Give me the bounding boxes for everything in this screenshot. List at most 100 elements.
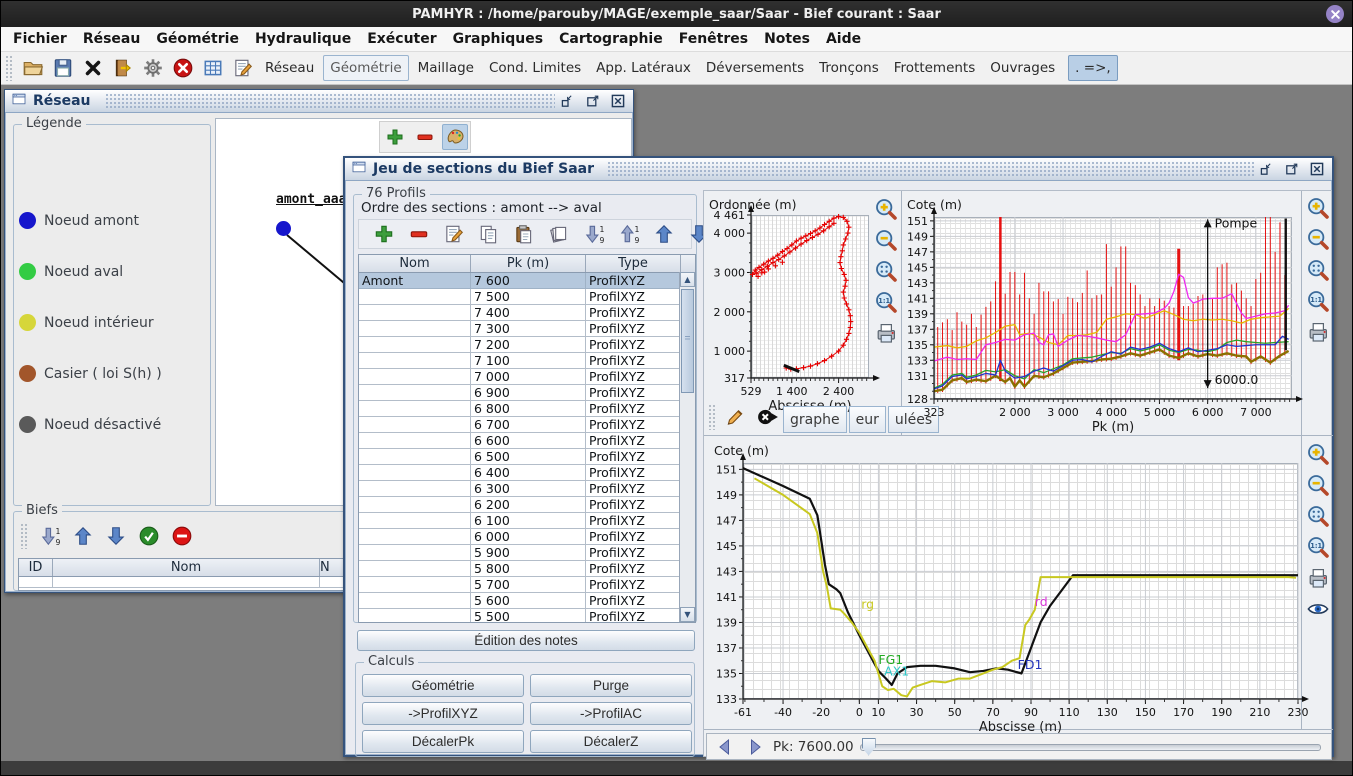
graph-tab[interactable]: eur — [849, 406, 886, 433]
pencil-icon[interactable] — [721, 404, 748, 431]
sections-column-header[interactable]: Pk (m) — [471, 255, 586, 272]
biefs-column-header[interactable]: ID — [19, 559, 53, 576]
minus-red-icon[interactable] — [405, 221, 432, 248]
stop-icon[interactable] — [169, 55, 196, 82]
minus-circle-icon[interactable] — [168, 523, 195, 550]
close-window-button[interactable] — [609, 92, 627, 110]
table-row[interactable]: 5 900ProfilXYZ — [359, 545, 695, 561]
next-profile-button[interactable] — [743, 735, 767, 759]
table-row[interactable]: 6 600ProfilXYZ — [359, 433, 695, 449]
zoom-out-button[interactable] — [1305, 226, 1331, 252]
table-row[interactable]: 6 900ProfilXYZ — [359, 385, 695, 401]
save-floppy-icon[interactable] — [49, 55, 76, 82]
eye-button[interactable] — [1305, 596, 1331, 622]
table-row[interactable]: 6 500ProfilXYZ — [359, 449, 695, 465]
slider-thumb[interactable] — [862, 738, 876, 756]
table-row[interactable]: 7 000ProfilXYZ — [359, 369, 695, 385]
toolbar-grip[interactable] — [20, 523, 29, 549]
sections-table[interactable]: NomPk (m)Type Amont7 600ProfilXYZ7 500Pr… — [358, 254, 696, 623]
zoom-out-button[interactable] — [1305, 472, 1331, 498]
zoom-fit-button[interactable] — [873, 258, 899, 284]
plus-green-button[interactable] — [382, 124, 408, 150]
edit-note-icon[interactable] — [229, 55, 256, 82]
plan-view-plot[interactable]: 4 4614 0003 0002 0001 0003175291 4002 40… — [706, 195, 876, 405]
open-folder-icon[interactable] — [19, 55, 46, 82]
toolbar-button-dversements[interactable]: Déversements — [700, 56, 810, 80]
toolbar-button-maillage[interactable]: Maillage — [412, 56, 480, 80]
plus-green-icon[interactable] — [370, 221, 397, 248]
zoom-in-button[interactable] — [1305, 195, 1331, 221]
network-node[interactable] — [276, 221, 291, 236]
calc-button-gomtrie[interactable]: Géométrie — [362, 674, 524, 697]
toolbar-button-applatraux[interactable]: App. Latéraux — [590, 56, 697, 80]
sections-dialog-titlebar[interactable]: Jeu de sections du Bief Saar — [345, 158, 1332, 181]
menu-item-aide[interactable]: Aide — [818, 29, 869, 49]
table-row[interactable]: 5 700ProfilXYZ — [359, 577, 695, 593]
graph-tab[interactable]: graphe — [783, 406, 847, 433]
settings-gear-icon[interactable] — [139, 55, 166, 82]
close-window-button[interactable] — [1308, 160, 1326, 178]
table-row[interactable]: 6 200ProfilXYZ — [359, 497, 695, 513]
menu-item-rseau[interactable]: Réseau — [75, 29, 149, 49]
calc-button-dcalerz[interactable]: DécalerZ — [530, 730, 692, 753]
longitudinal-plot[interactable]: Pompe6000.015114914714514314113913713513… — [904, 195, 1304, 435]
table-row[interactable]: 5 500ProfilXYZ — [359, 609, 695, 623]
arrow-down-icon[interactable] — [102, 523, 129, 550]
edit-notes-button[interactable]: Édition des notes — [357, 630, 695, 651]
paste-icon[interactable] — [510, 221, 537, 248]
table-row[interactable]: 5 600ProfilXYZ — [359, 593, 695, 609]
calc-button-profilxyz[interactable]: ->ProfilXYZ — [362, 702, 524, 725]
menu-item-excuter[interactable]: Exécuter — [359, 29, 444, 49]
menu-item-graphiques[interactable]: Graphiques — [445, 29, 551, 49]
scroll-up-button[interactable]: ▲ — [680, 272, 695, 287]
biefs-column-header[interactable]: Nom — [53, 559, 320, 576]
table-row[interactable]: 6 800ProfilXYZ — [359, 401, 695, 417]
zoom-out-button[interactable] — [873, 227, 899, 253]
table-row[interactable]: 6 300ProfilXYZ — [359, 481, 695, 497]
table-row[interactable]: 7 500ProfilXYZ — [359, 289, 695, 305]
edit-note-icon[interactable] — [440, 221, 467, 248]
palette-button[interactable] — [442, 124, 468, 150]
minimize-button[interactable] — [559, 92, 577, 110]
maximize-button[interactable] — [1283, 160, 1301, 178]
cross-section-plot[interactable]: rgrdFG1AX1FD1151149147145143141139137135… — [711, 441, 1303, 731]
toolbar-button-ouvrages[interactable]: Ouvrages — [984, 56, 1061, 80]
zoom-one-button[interactable]: 1:1 — [873, 289, 899, 315]
toolbar-button-rseau[interactable]: Réseau — [259, 56, 320, 80]
table-row[interactable]: 5 800ProfilXYZ — [359, 561, 695, 577]
menu-item-cartographie[interactable]: Cartographie — [551, 29, 671, 49]
table-row[interactable]: 7 300ProfilXYZ — [359, 321, 695, 337]
printer-button[interactable] — [1305, 319, 1331, 345]
window-close-button[interactable] — [1326, 5, 1344, 23]
calc-button-purge[interactable]: Purge — [530, 674, 692, 697]
menu-item-notes[interactable]: Notes — [756, 29, 818, 49]
xarrow-icon[interactable] — [754, 404, 781, 431]
minus-red-button[interactable] — [412, 124, 438, 150]
menu-item-gomtrie[interactable]: Géométrie — [148, 29, 247, 49]
zoom-in-button[interactable] — [1305, 441, 1331, 467]
scroll-down-button[interactable]: ▼ — [680, 607, 695, 622]
zoom-fit-button[interactable] — [1305, 257, 1331, 283]
sort-up-icon[interactable]: 19 — [615, 221, 642, 248]
slider-track[interactable] — [860, 744, 1321, 751]
calc-button-dcalerpk[interactable]: DécalerPk — [362, 730, 524, 753]
sections-column-header[interactable]: Type — [586, 255, 681, 272]
toolbar-grip[interactable] — [708, 404, 717, 430]
menu-item-fichier[interactable]: Fichier — [5, 29, 75, 49]
table-row[interactable]: 7 400ProfilXYZ — [359, 305, 695, 321]
zoom-in-button[interactable] — [873, 196, 899, 222]
arrow-up-icon[interactable] — [69, 523, 96, 550]
sheets-icon[interactable] — [545, 221, 572, 248]
exit-door-icon[interactable] — [109, 55, 136, 82]
sort-down-icon[interactable]: 19 — [36, 523, 63, 550]
pk-slider[interactable] — [860, 737, 1325, 757]
grid-table-icon[interactable] — [199, 55, 226, 82]
delete-x-icon[interactable] — [79, 55, 106, 82]
table-row[interactable]: 6 400ProfilXYZ — [359, 465, 695, 481]
maximize-button[interactable] — [584, 92, 602, 110]
toolbar-button-condlimites[interactable]: Cond. Limites — [483, 56, 587, 80]
check-circle-icon[interactable] — [135, 523, 162, 550]
table-row[interactable]: 7 100ProfilXYZ — [359, 353, 695, 369]
sections-column-header[interactable]: Nom — [359, 255, 471, 272]
toolbar-button-tronons[interactable]: Tronçons — [813, 56, 885, 80]
